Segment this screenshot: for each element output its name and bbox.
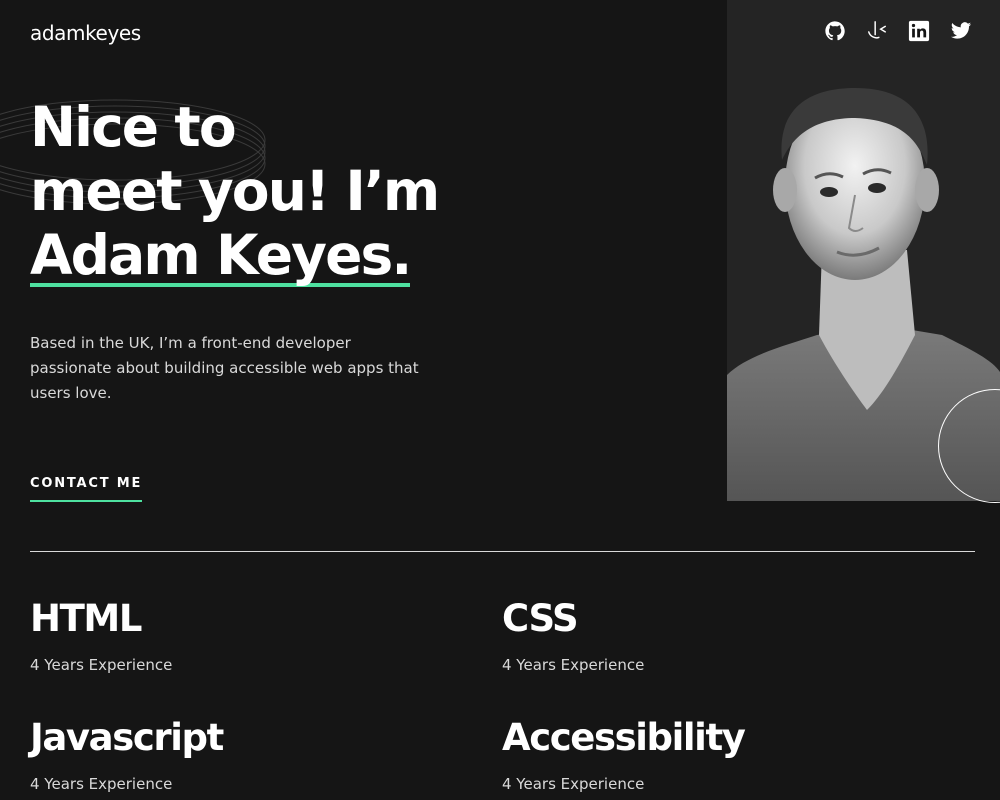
social-links — [824, 20, 972, 42]
skill-experience: 4 Years Experience — [30, 775, 173, 793]
frontend-mentor-icon — [868, 21, 886, 39]
hero-title: Nice to meet you! I’m Adam Keyes. — [30, 95, 450, 287]
linkedin-link[interactable] — [908, 20, 930, 42]
frontend-mentor-link[interactable] — [866, 20, 888, 42]
portfolio-page: adamkeyes Nice to meet you! I’m Adam Key… — [0, 0, 1000, 800]
contact-me-link[interactable]: CONTACT ME — [30, 476, 143, 502]
hero-description: Based in the UK, I’m a front-end develop… — [30, 334, 419, 402]
hero-name: Adam Keyes. — [30, 223, 412, 287]
skill-name: Javascript — [30, 716, 224, 759]
twitter-link[interactable] — [950, 20, 972, 42]
hero-title-line-1: Nice to — [30, 95, 237, 159]
skill-item-html: HTML 4 Years Experience — [30, 597, 450, 676]
skill-item-css: CSS 4 Years Experience — [502, 597, 922, 676]
skill-item-javascript: Javascript 4 Years Experience — [30, 716, 450, 795]
skill-name: Accessibility — [502, 716, 746, 759]
section-divider — [30, 551, 975, 552]
hero-title-line-2: meet you! I’m — [30, 159, 440, 223]
linkedin-icon — [908, 20, 930, 42]
skill-item-accessibility: Accessibility 4 Years Experience — [502, 716, 922, 795]
skill-experience: 4 Years Experience — [30, 656, 173, 674]
github-link[interactable] — [824, 20, 846, 42]
skill-experience: 4 Years Experience — [502, 656, 645, 674]
site-logo[interactable]: adamkeyes — [30, 21, 141, 45]
skill-name: HTML — [30, 597, 142, 640]
skill-experience: 4 Years Experience — [502, 775, 645, 793]
skill-name: CSS — [502, 597, 579, 640]
github-icon — [825, 21, 845, 41]
twitter-icon — [950, 22, 972, 39]
